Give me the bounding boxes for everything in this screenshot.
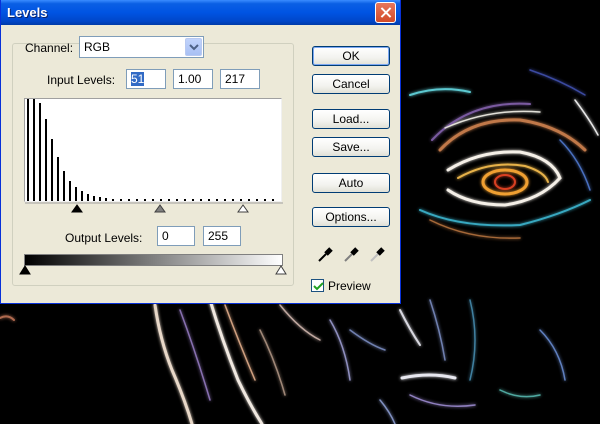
input-gamma-field[interactable]: 1.00	[173, 69, 213, 89]
load-button[interactable]: Load...	[312, 109, 390, 129]
channel-label: Channel:	[25, 41, 74, 55]
output-levels-label: Output Levels:	[65, 231, 143, 245]
chevron-down-icon[interactable]	[185, 38, 202, 56]
channel-value: RGB	[84, 40, 111, 54]
window-title: Levels	[7, 5, 48, 20]
ok-button[interactable]: OK	[312, 46, 390, 66]
input-levels-label: Input Levels:	[47, 73, 116, 87]
histogram	[24, 98, 282, 202]
input-white-field[interactable]: 217	[220, 69, 260, 89]
auto-button[interactable]: Auto	[312, 173, 390, 193]
preview-label: Preview	[328, 279, 371, 293]
input-black-slider-handle[interactable]	[71, 204, 83, 213]
input-gamma-slider-handle[interactable]	[154, 204, 166, 213]
output-levels-slider	[19, 265, 287, 275]
cancel-button[interactable]: Cancel	[312, 74, 390, 94]
histogram-bars	[27, 99, 274, 201]
output-black-field[interactable]: 0	[157, 226, 195, 246]
checkmark-icon	[313, 282, 324, 291]
input-levels-slider	[25, 202, 283, 213]
output-white-slider-handle[interactable]	[275, 265, 287, 275]
input-white-slider-handle[interactable]	[237, 204, 249, 213]
save-button[interactable]: Save...	[312, 137, 390, 157]
input-black-field[interactable]: 51	[126, 69, 166, 89]
options-button[interactable]: Options...	[312, 207, 390, 227]
close-icon[interactable]	[375, 2, 396, 23]
channel-dropdown[interactable]: RGB	[79, 36, 204, 58]
output-black-slider-handle[interactable]	[19, 265, 31, 275]
output-white-field[interactable]: 255	[203, 226, 241, 246]
levels-dialog: Levels Channel: RGB Input Levels: 51 1.0…	[0, 0, 401, 304]
preview-checkbox[interactable]	[311, 279, 324, 292]
input-black-value: 51	[131, 72, 145, 86]
eyedropper-gray-icon[interactable]	[343, 245, 361, 263]
title-bar[interactable]: Levels	[1, 0, 400, 25]
eyedropper-white-icon[interactable]	[369, 245, 387, 263]
eyedropper-black-icon[interactable]	[317, 245, 335, 263]
